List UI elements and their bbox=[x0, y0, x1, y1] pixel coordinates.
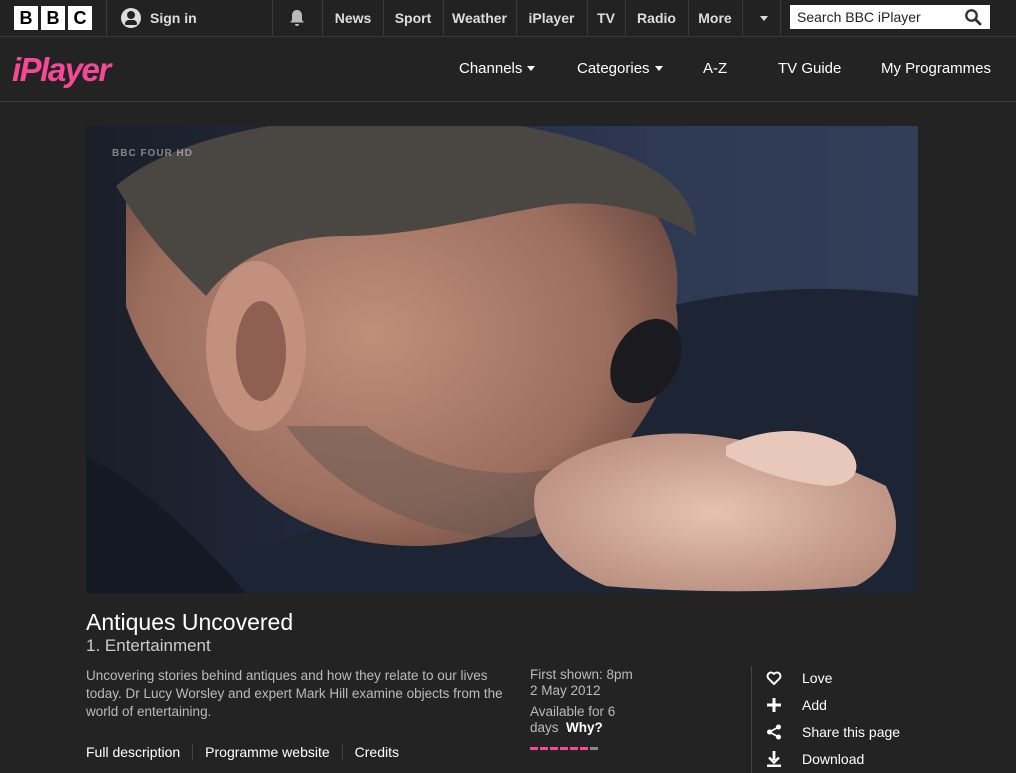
first-shown-date: 2 May 2012 bbox=[530, 683, 601, 698]
availability-segment bbox=[560, 747, 568, 750]
nav-categories-label: Categories bbox=[577, 60, 650, 77]
availability-segment bbox=[590, 747, 598, 750]
user-icon bbox=[121, 8, 141, 28]
credits-link[interactable]: Credits bbox=[341, 744, 411, 760]
divider bbox=[742, 0, 743, 36]
add-button[interactable]: Add bbox=[766, 691, 900, 718]
programme-description: Uncovering stories behind antiques and h… bbox=[86, 668, 503, 719]
sign-in-label: Sign in bbox=[150, 10, 197, 26]
availability-segment bbox=[550, 747, 558, 750]
divider bbox=[272, 0, 273, 36]
programme-links: Full description Programme website Credi… bbox=[86, 744, 411, 760]
nav-tv-guide[interactable]: TV Guide bbox=[778, 37, 841, 101]
share-icon bbox=[767, 724, 781, 739]
video-player[interactable]: BBC FOUR HD bbox=[86, 126, 918, 593]
first-shown: First shown: 8pm bbox=[530, 667, 633, 682]
love-button[interactable]: Love bbox=[766, 664, 900, 691]
full-description-link[interactable]: Full description bbox=[86, 744, 192, 760]
nav-iplayer-link[interactable]: iPlayer bbox=[516, 0, 587, 36]
availability-segment bbox=[580, 747, 588, 750]
nav-channels-label: Channels bbox=[459, 60, 523, 77]
divider bbox=[106, 0, 107, 36]
iplayer-logo[interactable]: iPlayer bbox=[12, 51, 128, 91]
love-label: Love bbox=[802, 669, 833, 686]
availability-days: days bbox=[530, 720, 559, 735]
nav-tv-link[interactable]: TV bbox=[587, 0, 625, 36]
channel-watermark: BBC FOUR HD bbox=[112, 148, 193, 159]
nav-a-z[interactable]: A-Z bbox=[703, 37, 727, 101]
search-box bbox=[790, 5, 990, 29]
bbc-logo-letter: C bbox=[68, 6, 92, 30]
programme-meta: First shown: 8pm 2 May 2012 Available fo… bbox=[530, 667, 670, 736]
share-button[interactable]: Share this page bbox=[766, 718, 900, 745]
nav-sport-link[interactable]: Sport bbox=[383, 0, 443, 36]
nav-radio-link[interactable]: Radio bbox=[625, 0, 688, 36]
heart-icon bbox=[766, 671, 782, 685]
download-button[interactable]: Download bbox=[766, 745, 900, 772]
programme-title: Antiques Uncovered bbox=[86, 609, 294, 635]
programme-website-link[interactable]: Programme website bbox=[192, 744, 342, 760]
nav-my-programmes[interactable]: My Programmes bbox=[881, 37, 991, 101]
availability: Available for 6 bbox=[530, 704, 616, 719]
search-input[interactable] bbox=[797, 5, 957, 29]
availability-segment bbox=[570, 747, 578, 750]
bbc-top-bar: B B C Sign in News Sport Weather iPlayer TV R… bbox=[0, 0, 1016, 37]
nav-a-z-label: A-Z bbox=[703, 60, 728, 77]
programme-actions: Love Add Share this page Download bbox=[766, 664, 900, 772]
notifications-bell-icon[interactable] bbox=[287, 8, 307, 28]
plus-icon bbox=[767, 697, 781, 712]
share-label: Share this page bbox=[802, 723, 901, 740]
iplayer-header: iPlayer Channels Categories A-Z TV Guide… bbox=[0, 37, 1016, 102]
divider bbox=[780, 0, 781, 36]
chevron-down-icon bbox=[760, 16, 768, 21]
download-label: Download bbox=[802, 750, 865, 767]
bbc-logo-letter: B bbox=[14, 6, 38, 30]
caret-down-icon bbox=[654, 65, 663, 71]
add-label: Add bbox=[802, 696, 827, 713]
caret-down-icon bbox=[527, 65, 536, 71]
availability-segment bbox=[530, 747, 538, 750]
availability-segment bbox=[540, 747, 548, 750]
why-link[interactable]: Why? bbox=[566, 720, 603, 735]
search-icon[interactable] bbox=[964, 8, 982, 26]
download-icon bbox=[767, 750, 781, 767]
bbc-logo-letter: B bbox=[41, 6, 65, 30]
nav-weather-link[interactable]: Weather bbox=[443, 0, 516, 36]
nav-tv-guide-label: TV Guide bbox=[778, 60, 842, 77]
availability-line-2: days Why? bbox=[530, 720, 670, 736]
video-still-image bbox=[86, 126, 918, 593]
bbc-logo[interactable]: B B C bbox=[14, 6, 92, 30]
divider bbox=[751, 666, 752, 773]
iplayer-logo-text: iPlayer bbox=[12, 51, 113, 88]
nav-more-link[interactable]: More bbox=[688, 0, 742, 36]
nav-channels[interactable]: Channels bbox=[459, 37, 536, 101]
sign-in-link[interactable]: Sign in bbox=[121, 0, 197, 36]
availability-progress bbox=[530, 747, 598, 750]
nav-news-link[interactable]: News bbox=[323, 0, 383, 36]
nav-categories[interactable]: Categories bbox=[577, 37, 663, 101]
nav-my-programmes-label: My Programmes bbox=[881, 60, 992, 77]
episode-title: 1. Entertainment bbox=[86, 636, 211, 655]
